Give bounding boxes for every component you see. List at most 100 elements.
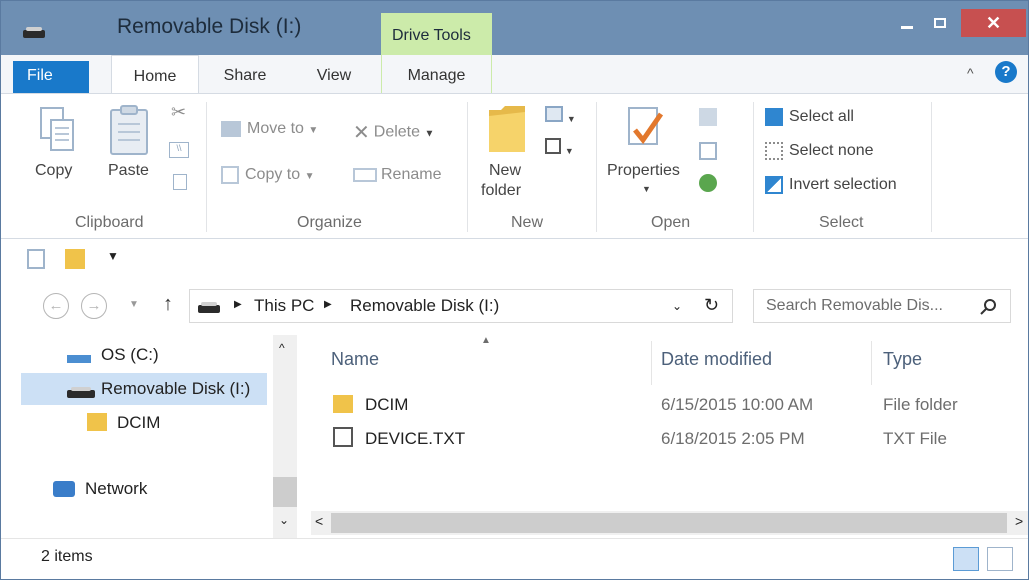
ribbon-tabs: File Home Share View Manage ^ ? [1, 55, 1028, 99]
scroll-left-icon[interactable]: < [315, 513, 323, 529]
paste-button[interactable]: Paste [108, 104, 151, 179]
tab-view[interactable]: View [307, 55, 361, 93]
nav-item-network[interactable]: Network [85, 479, 147, 499]
address-bar[interactable]: ▶ This PC ▶ Removable Disk (I:) ⌄ ↻ [189, 289, 733, 323]
column-divider[interactable] [871, 341, 872, 385]
horizontal-scrollbar-thumb[interactable] [331, 513, 1007, 533]
file-date: 6/15/2015 10:00 AM [661, 395, 814, 414]
group-divider [931, 102, 932, 232]
paste-shortcut-icon[interactable] [173, 174, 187, 190]
search-input[interactable]: Search Removable Dis... [753, 289, 1011, 323]
copy-label: Copy [35, 162, 73, 179]
nav-item-os-c[interactable]: OS (C:) [101, 345, 159, 365]
select-all-label: Select all [789, 108, 854, 126]
status-bar: 2 items [1, 538, 1028, 579]
organize-group-label: Organize [297, 214, 362, 231]
details-view-icon[interactable] [953, 547, 979, 571]
recent-locations-chevron-icon[interactable]: ▼ [129, 299, 139, 310]
maximize-icon [934, 18, 946, 28]
tab-home[interactable]: Home [111, 55, 199, 95]
chevron-down-icon: ▼ [304, 171, 315, 183]
forward-arrow-icon[interactable]: → [81, 293, 107, 319]
column-divider[interactable] [651, 341, 652, 385]
rename-button[interactable]: Rename [353, 166, 441, 184]
scroll-right-icon[interactable]: > [1015, 513, 1023, 529]
window-title: Removable Disk (I:) [117, 15, 302, 38]
easy-access-icon [545, 138, 561, 154]
copy-path-icon[interactable]: \\ [169, 142, 189, 158]
open-icon[interactable] [699, 108, 717, 126]
chevron-down-icon: ▼ [564, 146, 574, 156]
select-none-icon [765, 142, 783, 160]
group-divider [206, 102, 207, 232]
drive-tools-context-tab[interactable]: Drive Tools [381, 13, 492, 55]
copy-button[interactable]: Copy [35, 106, 75, 179]
properties-small-icon[interactable] [27, 249, 45, 269]
paste-icon [110, 105, 148, 155]
close-button[interactable]: ✕ [961, 9, 1026, 37]
select-group-label: Select [819, 214, 864, 231]
open-group-label: Open [651, 214, 691, 231]
table-row[interactable]: DCIM 6/15/2015 10:00 AM File folder [301, 389, 1028, 421]
breadcrumb-removable-disk[interactable]: Removable Disk (I:) [350, 296, 499, 316]
refresh-icon[interactable]: ↻ [704, 295, 719, 316]
select-all-button[interactable]: Select all [765, 108, 854, 126]
tab-manage[interactable]: Manage [381, 55, 492, 93]
help-icon[interactable]: ? [995, 61, 1017, 83]
breadcrumb-separator-icon[interactable]: ▶ [234, 299, 242, 310]
select-none-label: Select none [789, 142, 874, 160]
move-to-button[interactable]: Move to ▼ [221, 120, 318, 138]
ribbon-collapse-chevron-icon[interactable]: ^ [967, 65, 974, 81]
search-placeholder: Search Removable Dis... [766, 297, 943, 314]
new-folder-button[interactable]: New folder [481, 104, 527, 199]
scroll-up-icon[interactable]: ^ [279, 341, 285, 355]
file-type: TXT File [883, 429, 947, 448]
removable-drive-icon [23, 27, 45, 38]
folder-icon [87, 413, 107, 431]
column-header-name[interactable]: Name [331, 349, 379, 370]
customize-toolbar-icon[interactable]: ▼ [107, 249, 119, 263]
properties-label: Properties [607, 162, 680, 179]
invert-selection-button[interactable]: Invert selection [765, 176, 897, 194]
large-icons-view-icon[interactable] [987, 547, 1013, 571]
easy-access-button[interactable]: ▼ [545, 138, 574, 157]
removable-drive-icon [67, 387, 95, 398]
select-none-button[interactable]: Select none [765, 142, 874, 160]
new-group-label: New [511, 214, 544, 231]
scroll-down-icon[interactable]: ⌄ [279, 513, 289, 527]
up-arrow-icon[interactable]: ↑ [163, 293, 173, 316]
chevron-down-icon: ▼ [566, 114, 576, 124]
table-row[interactable]: DEVICE.TXT 6/18/2015 2:05 PM TXT File [301, 423, 1028, 455]
file-name: DEVICE.TXT [365, 429, 466, 448]
text-file-icon [333, 427, 353, 447]
rename-icon [353, 167, 377, 182]
delete-button[interactable]: ✕ Delete ▼ [353, 120, 434, 145]
horizontal-scrollbar[interactable]: < > [311, 511, 1028, 535]
column-header-type[interactable]: Type [883, 349, 922, 370]
new-item-icon [545, 106, 563, 122]
delete-label: Delete [373, 123, 421, 141]
nav-item-dcim[interactable]: DCIM [117, 413, 160, 433]
new-item-button[interactable]: ▼ [545, 106, 576, 125]
nav-scrollbar-thumb[interactable] [273, 477, 297, 507]
cut-icon[interactable]: ✂ [171, 102, 186, 123]
invert-selection-icon [765, 176, 783, 194]
sort-ascending-icon: ▲ [481, 335, 491, 346]
breadcrumb-this-pc[interactable]: This PC [254, 296, 314, 316]
breadcrumb-separator-icon[interactable]: ▶ [324, 299, 332, 310]
copy-to-button[interactable]: Copy to ▼ [221, 166, 315, 184]
column-header-date-modified[interactable]: Date modified [661, 349, 772, 370]
file-name: DCIM [365, 395, 409, 414]
minimize-button[interactable] [887, 9, 927, 37]
edit-icon[interactable] [699, 142, 717, 160]
nav-scrollbar[interactable] [273, 335, 297, 538]
tab-share[interactable]: Share [215, 55, 275, 93]
history-icon[interactable] [699, 174, 717, 192]
maximize-button[interactable] [923, 9, 957, 37]
minimize-icon [901, 25, 913, 29]
network-icon [53, 481, 75, 497]
new-folder-small-icon[interactable] [65, 249, 85, 269]
back-arrow-icon[interactable]: ← [43, 293, 69, 319]
properties-button[interactable]: Properties ▼ [607, 106, 680, 194]
address-dropdown-chevron-icon[interactable]: ⌄ [672, 299, 682, 313]
